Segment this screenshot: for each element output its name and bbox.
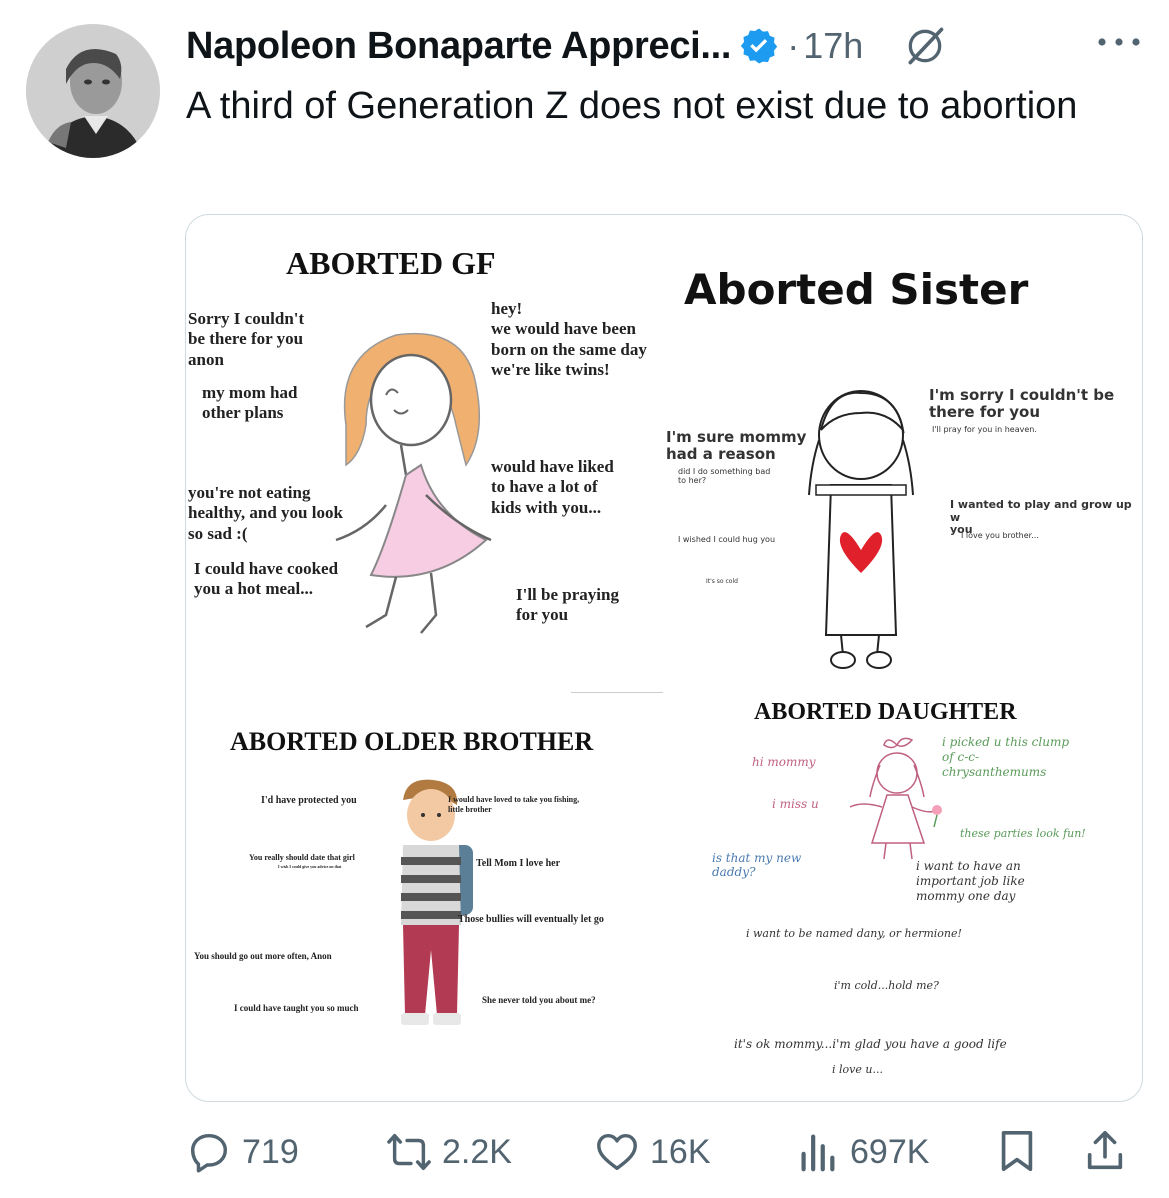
daughter-quote-1: hi mommy xyxy=(752,755,816,769)
views-count: 697K xyxy=(850,1132,930,1171)
bookmark-button[interactable] xyxy=(994,1128,1040,1179)
daughter-quote-6: i want to have an important job like mom… xyxy=(916,859,1025,903)
daughter-quote-7: i want to be named dany, or hermione! xyxy=(746,927,962,940)
like-count: 16K xyxy=(650,1132,711,1171)
brother-quote-3: You really should date that girl xyxy=(249,853,355,862)
daughter-quote-5: is that my new daddy? xyxy=(712,851,802,880)
panel-aborted-sister: Aborted Sister I'm sorry I couldn't be t… xyxy=(656,215,1142,685)
sister-quote-3: I'm sure mommy had a reason xyxy=(666,428,807,464)
views-button[interactable]: 697K xyxy=(794,1122,929,1182)
grok-icon[interactable] xyxy=(903,24,947,68)
panel-title-daughter: ABORTED DAUGHTER xyxy=(754,699,1017,725)
like-button[interactable]: 16K xyxy=(594,1122,711,1182)
gf-quote-7: I'll be praying for you xyxy=(516,585,619,625)
daughter-quote-10: i love u... xyxy=(832,1063,883,1076)
brother-quote-7: You should go out more often, Anon xyxy=(194,951,332,961)
panel-title-brother: ABORTED OLDER BROTHER xyxy=(230,727,594,756)
sister-quote-7: I wished I could hug you xyxy=(678,535,776,544)
sister-girl-holding-heart-illustration xyxy=(808,390,914,669)
brother-quote-2: I would have loved to take you fishing, … xyxy=(448,795,580,814)
author-name[interactable]: Napoleon Bonaparte Appreci... xyxy=(186,25,732,68)
gf-quote-2: my mom had other plans xyxy=(202,383,298,423)
tweet-text: A third of Generation Z does not exist d… xyxy=(186,85,1078,127)
daughter-girl-with-flower-illustration xyxy=(849,737,942,860)
share-icon xyxy=(1087,1130,1123,1170)
tweet-timestamp[interactable]: 17h xyxy=(803,25,863,67)
share-button[interactable] xyxy=(1082,1128,1128,1179)
heart-icon xyxy=(597,1133,637,1171)
author-avatar[interactable] xyxy=(26,24,160,158)
tweet-header: Napoleon Bonaparte Appreci... · 17h xyxy=(186,18,947,74)
daughter-quote-8: i'm cold...hold me? xyxy=(834,979,939,992)
bookmark-icon xyxy=(1001,1130,1033,1172)
panel-title-sister: Aborted Sister xyxy=(684,265,1029,314)
brother-quote-4: I wish I could give you advice on that xyxy=(278,864,342,869)
sister-quote-2: I'll pray for you in heaven. xyxy=(932,425,1037,434)
gf-quote-3: you're not eating healthy, and you look … xyxy=(188,483,343,543)
gf-quote-4: I could have cooked you a hot meal... xyxy=(194,559,339,599)
sister-quote-1: I'm sorry I couldn't be there for you xyxy=(929,386,1115,422)
panel-aborted-gf: ABORTED GF Sorry I couldn't be there for… xyxy=(186,215,676,685)
reply-count: 719 xyxy=(242,1132,299,1171)
repost-count: 2.2K xyxy=(442,1132,512,1171)
reply-icon xyxy=(190,1133,228,1173)
daughter-quote-2: i miss u xyxy=(772,797,819,811)
gf-quote-1: Sorry I couldn't be there for you anon xyxy=(188,309,305,369)
repost-button[interactable]: 2.2K xyxy=(386,1122,512,1182)
daughter-quote-3: i picked u this clump of c-c- chrysanthe… xyxy=(942,735,1070,779)
brother-quote-1: I'd have protected you xyxy=(261,795,357,806)
tweet-media-image[interactable]: ABORTED GF Sorry I couldn't be there for… xyxy=(185,214,1143,1102)
brother-quote-5: Tell Mom I love her xyxy=(476,858,561,869)
panel-aborted-older-brother: ABORTED OLDER BROTHER I'd have protected… xyxy=(186,695,686,1101)
verified-badge-icon[interactable] xyxy=(739,26,779,66)
brother-quote-6: Those bullies will eventually let go xyxy=(458,914,604,925)
more-options-icon[interactable] xyxy=(1094,22,1144,62)
sister-quote-4: did I do something bad to her? xyxy=(678,467,771,486)
panel-divider xyxy=(571,692,663,693)
panel-title-gf: ABORTED GF xyxy=(286,245,496,281)
brother-quote-8: I could have taught you so much xyxy=(234,1003,359,1013)
sister-quote-6: I love you brother... xyxy=(961,531,1039,540)
gf-quote-5: hey! we would have been born on the same… xyxy=(491,299,647,380)
repost-icon xyxy=(387,1133,431,1171)
views-chart-icon xyxy=(801,1134,835,1172)
gf-quote-6: would have liked to have a lot of kids w… xyxy=(491,457,614,517)
tweet-action-bar: 719 2.2K 16K 697K xyxy=(186,1122,1146,1182)
brother-quote-9: She never told you about me? xyxy=(482,995,596,1005)
daughter-quote-9: it's ok mommy...i'm glad you have a good… xyxy=(734,1037,1007,1051)
reply-button[interactable]: 719 xyxy=(186,1122,299,1182)
panel-aborted-daughter: ABORTED DAUGHTER hi mommy i miss u i pic… xyxy=(694,695,1142,1101)
sister-quote-8: It's so cold xyxy=(706,578,738,585)
time-separator: · xyxy=(787,25,800,66)
gf-stick-figure-illustration xyxy=(335,332,492,634)
avatar-portrait-image xyxy=(26,24,160,158)
daughter-quote-4: these parties look fun! xyxy=(960,827,1086,840)
